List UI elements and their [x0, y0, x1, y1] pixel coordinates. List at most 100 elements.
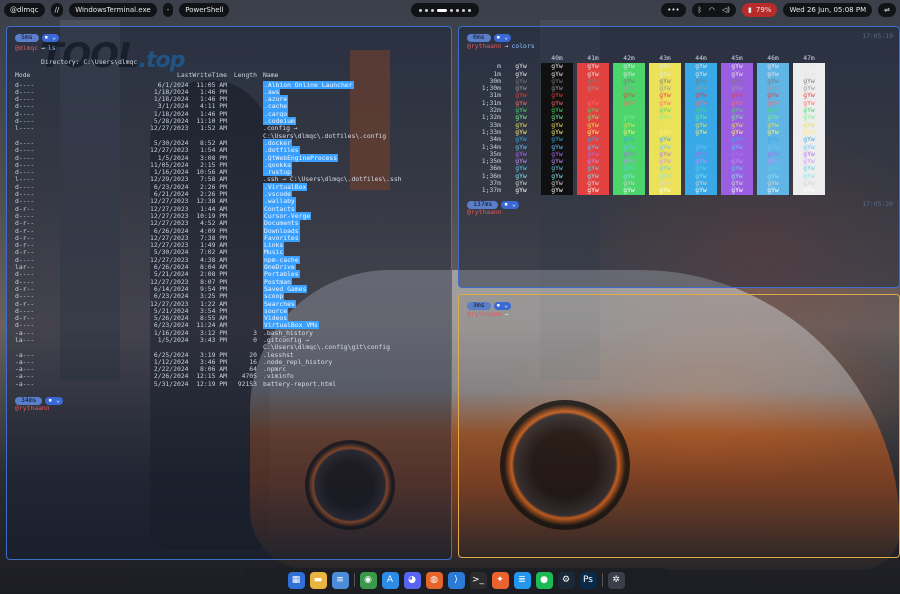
clock-pill[interactable]: Wed 26 Jun, 05:08 PM — [783, 3, 873, 17]
listing-row: d-r-- 6/14/2024 9:54 PM Saved Games — [15, 284, 443, 293]
color-column-header: 47m — [803, 54, 815, 62]
color-row: 1;37m gYw gYw gYw gYw gYw gYw gYw gYw gYw — [467, 186, 891, 195]
photoshop-icon[interactable]: Ps — [579, 571, 597, 589]
file-explorer-icon[interactable]: ▦ — [287, 571, 305, 589]
tray-more-pill[interactable]: ••• — [661, 3, 686, 17]
dock-separator — [601, 573, 603, 587]
listing-len — [227, 257, 257, 264]
color-sample: gYw — [587, 186, 599, 195]
listing-len — [227, 155, 257, 162]
terminal-icon[interactable]: >_ — [469, 571, 487, 589]
listing-row: d---- 11/05/2024 2:15 PM .qookka — [15, 160, 443, 169]
spotify-icon[interactable]: ● — [535, 571, 553, 589]
app-store-icon[interactable]: A — [381, 571, 399, 589]
terminal-pane-right-bottom[interactable]: 3ms ▪ ⌄ @rythaann → — [458, 294, 900, 558]
workspace-dot[interactable] — [468, 8, 472, 12]
listing-len — [227, 169, 257, 176]
color-column-headers: 40m 41m 42m 43m 44m 45m 46m 47m — [467, 54, 891, 62]
volume-icon[interactable]: ◁) — [722, 6, 730, 14]
header-time: LastWriteTime — [176, 71, 227, 80]
color-column-header: 40m — [551, 54, 563, 62]
prompt-timestamp: 17:05:20 — [862, 200, 893, 209]
color-sample: gYw — [767, 186, 779, 195]
color-table: m gYw gYw gYw gYw gYw gYw gYw gYw gYw 1m gYw gYw gYw g… — [467, 62, 891, 195]
listing-len — [227, 111, 257, 118]
directory-name: scoop — [263, 292, 285, 301]
listing-len — [227, 279, 257, 286]
workspace-dot[interactable] — [456, 8, 460, 12]
wifi-icon[interactable]: ◠ — [709, 6, 715, 14]
terminal-pane-left[interactable]: 5ms ▪ ⌄ @dlmqc → ls Directory: C:\Users\… — [6, 26, 452, 560]
separator-label: // — [54, 6, 60, 14]
listing-row: d-r-- 12/27/2023 1:22 AM Searches — [15, 299, 443, 308]
window-title-pill[interactable]: PowerShell — [179, 3, 230, 17]
workspace-dot[interactable] — [450, 8, 454, 12]
directory-line: Directory: C:\Users\dlmqc — [41, 58, 138, 66]
listing-mode: -a--- — [15, 379, 35, 388]
listing-row: d---- 5/30/2024 8:52 AM .docker — [15, 138, 443, 147]
bluetooth-icon[interactable]: ᛒ — [698, 6, 702, 14]
color-sample: gYw — [623, 186, 635, 195]
prompt-arrow: → — [504, 41, 509, 50]
listing-row: d-r-- 12/27/2023 1:44 AM Contacts — [15, 204, 443, 213]
listing-len: 92153 — [237, 379, 257, 388]
listing-len — [227, 147, 257, 154]
listing-row: d---- 12/27/2023 4:38 AM npm-cache — [15, 255, 443, 264]
color-column-header: 44m — [695, 54, 707, 62]
control-center-button[interactable]: ⇌ — [878, 3, 896, 17]
workspace-dot[interactable] — [462, 8, 466, 12]
firefox-icon[interactable]: ◍ — [425, 571, 443, 589]
color-row: 1m gYw gYw gYw gYw gYw gYw gYw gYw gYw — [467, 70, 891, 78]
discord-icon[interactable]: ◕ — [403, 571, 421, 589]
color-row: 32m gYw gYw gYw gYw gYw gYw gYw gYw gYw — [467, 106, 891, 114]
workspace-dot[interactable] — [431, 8, 435, 12]
listing-row: d-r-- 12/27/2023 4:52 AM Documents — [15, 219, 443, 228]
terminal-pane-right-top[interactable]: 17:05:19 0ms ▪ ⌄ @rythaann → colors 40m 4… — [458, 26, 900, 288]
listing-len — [227, 301, 257, 308]
settings-icon[interactable]: ✲ — [607, 571, 625, 589]
active-app-pill[interactable]: WindowsTerminal.exe — [69, 3, 157, 17]
listing-len — [227, 206, 257, 213]
listing-row: d---- 1/5/2024 3:08 PM .QtWebEngineProcess — [15, 153, 443, 162]
folder-icon: ▪ ⌄ — [41, 33, 60, 42]
prompt-line: @rythaann → colors — [467, 42, 891, 51]
vscode-icon[interactable]: ⟩ — [447, 571, 465, 589]
listing-len — [227, 213, 257, 220]
listing-row: C:\Users\dlmqc\.dotfiles\.config — [15, 132, 443, 140]
color-row: 1;33m gYw gYw gYw gYw gYw gYw gYw gYw gYw — [467, 128, 891, 136]
postman-icon[interactable]: ✦ — [491, 571, 509, 589]
listing-row: d---- 12/27/2023 10:19 PM Cursor-Verge — [15, 211, 443, 220]
color-row: 1;30m gYw gYw gYw gYw gYw gYw gYw gYw gYw — [467, 84, 891, 92]
prompt-user: @rythaann — [467, 41, 502, 50]
active-app-label: WindowsTerminal.exe — [75, 6, 151, 14]
folder-icon[interactable]: ▬ — [309, 571, 327, 589]
prompt-command: colors — [511, 41, 535, 50]
color-row: 1;36m gYw gYw gYw gYw gYw gYw gYw gYw gYw — [467, 172, 891, 180]
docker-icon[interactable]: ≣ — [513, 571, 531, 589]
listing-len — [227, 162, 257, 169]
clock-label: Wed 26 Jun, 05:08 PM — [789, 6, 867, 14]
listing-len — [227, 249, 257, 256]
color-row: 1;34m gYw gYw gYw gYw gYw gYw gYw gYw gYw — [467, 143, 891, 151]
notes-icon[interactable]: ≡ — [331, 571, 349, 589]
color-row: 1;35m gYw gYw gYw gYw gYw gYw gYw gYw gYw — [467, 157, 891, 165]
battery-pill[interactable]: ▮ 79% — [742, 3, 778, 17]
prompt-user: @rythaann — [467, 309, 502, 318]
file-name: battery-report.html — [263, 379, 337, 388]
workspace-dot[interactable] — [425, 8, 429, 12]
prompt-line: 3ms ▪ ⌄ — [467, 301, 891, 310]
user-pill[interactable]: @dlmqc — [4, 3, 45, 17]
listing-row: d-r-- 12/27/2023 7:38 PM Favorites — [15, 233, 443, 242]
color-row: m gYw gYw gYw gYw gYw gYw gYw gYw gYw — [467, 62, 891, 70]
listing-row: d---- 6/23/2024 3:25 PM scoop — [15, 292, 443, 301]
system-tray[interactable]: ᛒ ◠ ◁) — [691, 3, 737, 17]
listing-len — [227, 220, 257, 227]
listing-len — [227, 264, 257, 271]
chrome-icon[interactable]: ◉ — [359, 571, 377, 589]
listing-len — [227, 125, 257, 132]
listing-row: -a--- 5/31/2024 12:19 PM 92153 battery-repo… — [15, 379, 443, 388]
workspace-dot-active[interactable] — [437, 8, 448, 12]
workspace-indicator[interactable] — [411, 3, 480, 17]
workspace-dot[interactable] — [419, 8, 423, 12]
steam-icon[interactable]: ⚙ — [557, 571, 575, 589]
